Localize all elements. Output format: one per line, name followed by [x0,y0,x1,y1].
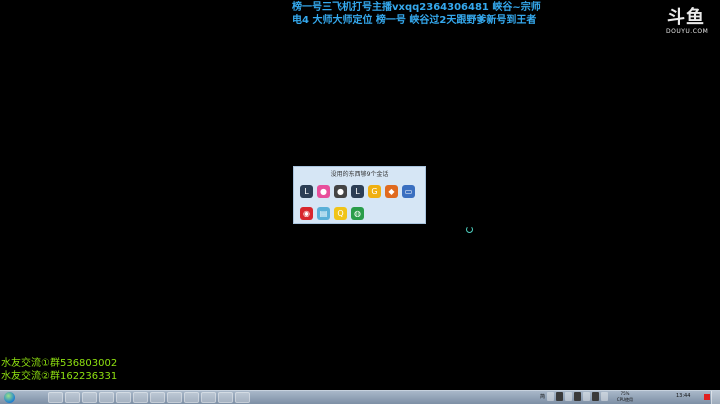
folder-icon[interactable]: ▤ [317,207,330,220]
stream-info-line-1: 榜一号三飞机打号主播vxqq2364306481 峡谷~宗师 [292,2,541,13]
qq-icon[interactable]: Q [334,207,347,220]
stream-info-line-2: 电4 大师大师定位 榜一号 峡谷过2天跟野爹新号到王者 [292,15,537,26]
popup-title: 没用的东西够9个金话 [330,171,389,178]
chat-group-line-2: 水友交流②群162236331 [1,371,118,382]
tray-icon[interactable] [565,392,573,401]
loading-spinner-icon [466,226,473,233]
lol-icon-2[interactable]: L [351,185,364,198]
taskbar-app-button[interactable] [116,392,131,403]
taskbar: 简 75% CPU使用 13:44 [0,390,720,404]
taskbar-app-button[interactable] [48,392,63,403]
tool-icon[interactable]: ◆ [385,185,398,198]
taskbar-clock[interactable]: 13:44 [676,393,690,399]
douyu-logo-mark: 斗鱼 [667,7,705,28]
yy-icon[interactable]: G [368,185,381,198]
taskbar-app-button[interactable] [167,392,182,403]
cpu-usage-widget[interactable]: 75% CPU使用 [614,391,636,403]
chat-group-line-1: 水友交流①群536803002 [1,358,118,369]
chrome-icon[interactable]: ◍ [351,207,364,220]
taskbar-app-button[interactable] [99,392,114,403]
tray-icon[interactable] [592,392,600,401]
taskbar-app-button[interactable] [150,392,165,403]
netease-music-icon[interactable]: ◉ [300,207,313,220]
cpu-usage-label: CPU使用 [616,397,634,402]
game-avatar-icon[interactable]: ● [334,185,347,198]
taskbar-app-button[interactable] [235,392,250,403]
stream-info-overlay: 榜一号三飞机打号主播vxqq2364306481 峡谷~宗师 电4 大师大师定位… [292,1,592,27]
ime-indicator[interactable]: 简 [540,394,545,400]
tray-icon[interactable] [583,392,591,401]
tray-icon[interactable] [601,392,609,401]
system-tray: 简 [540,392,609,401]
popup-icon-row-1: L ● ● L G ◆ ▭ [300,185,415,198]
douyu-logo: 斗鱼 DOUYU.COM [666,7,709,36]
taskbar-app-button[interactable] [65,392,80,403]
douyu-logo-url: DOUYU.COM [666,28,709,35]
taskbar-app-button[interactable] [133,392,148,403]
taskbar-buttons [48,392,250,403]
chat-group-overlay: 水友交流①群536803002 水友交流②群162236331 [1,357,117,383]
tray-icon[interactable] [556,392,564,401]
start-button[interactable] [4,392,15,403]
show-desktop-button[interactable] [711,391,720,404]
tray-icon[interactable] [574,392,582,401]
action-center-icon[interactable] [704,394,710,400]
taskbar-app-button[interactable] [201,392,216,403]
popup-icon-row-2: ◉ ▤ Q ◍ [300,207,364,220]
color-wheel-icon[interactable]: ● [317,185,330,198]
tray-icon[interactable] [547,392,555,401]
taskbar-app-button[interactable] [82,392,97,403]
monitor-icon[interactable]: ▭ [402,185,415,198]
taskbar-app-button[interactable] [218,392,233,403]
lol-icon[interactable]: L [300,185,313,198]
taskbar-app-button[interactable] [184,392,199,403]
app-launcher-popup: 没用的东西够9个金话 L ● ● L G ◆ ▭ ◉ ▤ Q ◍ [293,166,426,224]
